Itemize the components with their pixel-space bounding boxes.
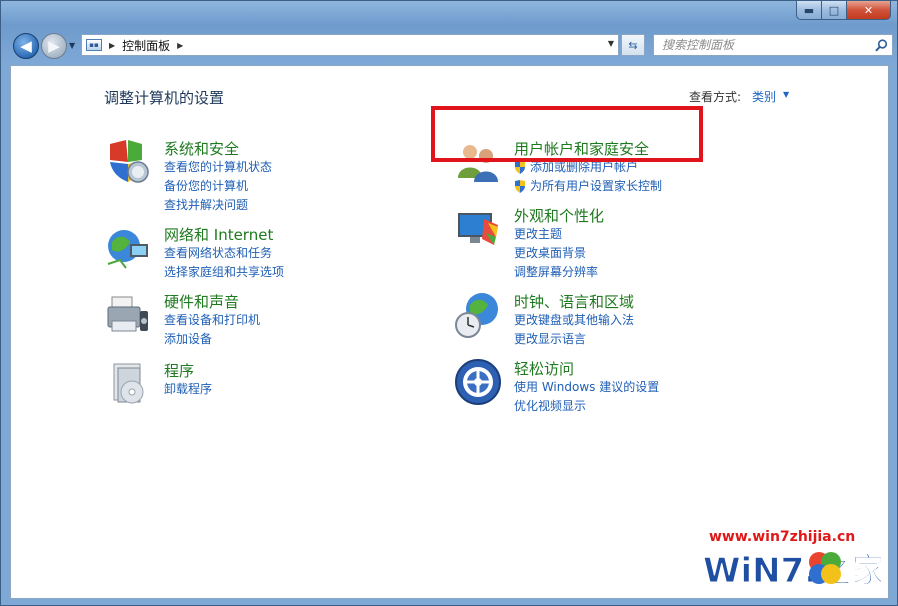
breadcrumb-separator-icon[interactable]: ▶	[109, 41, 115, 50]
category-title[interactable]: 网络和 Internet	[164, 224, 273, 245]
link-add-device[interactable]: 添加设备	[164, 330, 260, 349]
hardware-sound-icon[interactable]	[104, 291, 152, 339]
view-by-label: 查看方式:	[689, 90, 742, 104]
link-optimize-visual-display[interactable]: 优化视频显示	[514, 397, 659, 416]
minimize-button[interactable]: ▬	[796, 1, 822, 20]
link-backup-computer[interactable]: 备份您的计算机	[164, 177, 272, 196]
link-network-status[interactable]: 查看网络状态和任务	[164, 244, 284, 263]
link-change-desktop-background[interactable]: 更改桌面背景	[514, 244, 598, 263]
programs-icon[interactable]	[104, 360, 152, 408]
page-title: 调整计算机的设置	[104, 89, 225, 107]
category-title[interactable]: 硬件和声音	[164, 291, 239, 312]
category-links: 查看设备和打印机 添加设备	[164, 311, 260, 349]
uac-shield-icon	[515, 160, 525, 174]
ease-of-access-icon[interactable]	[454, 358, 502, 406]
category-links: 添加或删除用户帐户 为所有用户设置家长控制	[514, 158, 662, 196]
explorer-window: ▬ □ ✕ ◀ ▶ ▼ ▪▪ ▶ 控制面板 ▶ ▼ ⇆ 调整计算机的设置 查看方…	[0, 0, 898, 606]
svg-text:WiN7.之家: WiN7.之家	[703, 551, 881, 591]
system-security-icon[interactable]	[104, 138, 152, 186]
category-links: 更改主题 更改桌面背景 调整屏幕分辨率	[514, 225, 598, 281]
refresh-button[interactable]: ⇆	[621, 34, 645, 56]
link-parental-controls[interactable]: 为所有用户设置家长控制	[514, 177, 662, 196]
category-links: 更改键盘或其他输入法 更改显示语言	[514, 311, 634, 349]
link-change-keyboard-input[interactable]: 更改键盘或其他输入法	[514, 311, 634, 330]
forward-button[interactable]: ▶	[41, 33, 67, 59]
link-windows-suggested-settings[interactable]: 使用 Windows 建议的设置	[514, 378, 659, 397]
appearance-icon[interactable]	[454, 205, 502, 253]
content-pane: 调整计算机的设置 查看方式: 类别 ▼ 系统和安全 查看您的计算机状态 备份您的…	[10, 65, 889, 599]
category-title[interactable]: 系统和安全	[164, 138, 239, 159]
address-dropdown-icon[interactable]: ▼	[608, 39, 614, 48]
caption-buttons: ▬ □ ✕	[796, 1, 891, 21]
link-view-computer-status[interactable]: 查看您的计算机状态	[164, 158, 272, 177]
forward-arrow-icon: ▶	[48, 37, 60, 55]
link-change-display-language[interactable]: 更改显示语言	[514, 330, 634, 349]
back-arrow-icon: ◀	[20, 37, 32, 55]
search-icon[interactable]	[870, 38, 892, 52]
network-internet-icon[interactable]	[104, 224, 152, 272]
watermark-logo: WiN7.之家	[703, 551, 882, 592]
uac-shield-icon	[515, 179, 525, 193]
link-change-theme[interactable]: 更改主题	[514, 225, 598, 244]
category-title[interactable]: 时钟、语言和区域	[514, 291, 634, 312]
category-links: 查看网络状态和任务 选择家庭组和共享选项	[164, 244, 284, 282]
category-title[interactable]: 程序	[164, 360, 194, 381]
breadcrumb-control-panel[interactable]: 控制面板	[122, 37, 170, 54]
category-links: 卸载程序	[164, 380, 212, 399]
close-button[interactable]: ✕	[847, 1, 891, 20]
link-label: 为所有用户设置家长控制	[530, 178, 663, 193]
link-troubleshoot[interactable]: 查找并解决问题	[164, 196, 272, 215]
link-adjust-resolution[interactable]: 调整屏幕分辨率	[514, 263, 598, 282]
clock-language-region-icon[interactable]	[454, 291, 502, 339]
category-title[interactable]: 外观和个性化	[514, 205, 604, 226]
category-links: 查看您的计算机状态 备份您的计算机 查找并解决问题	[164, 158, 272, 214]
control-panel-icon: ▪▪	[86, 39, 102, 51]
back-button[interactable]: ◀	[13, 33, 39, 59]
maximize-button[interactable]: □	[822, 1, 847, 20]
chevron-down-icon[interactable]: ▼	[783, 90, 789, 99]
recent-pages-dropdown-icon[interactable]: ▼	[69, 41, 75, 50]
search-input[interactable]	[654, 35, 870, 55]
breadcrumb-separator-icon[interactable]: ▶	[177, 41, 183, 50]
link-uninstall-program[interactable]: 卸载程序	[164, 380, 212, 399]
address-bar[interactable]: ▪▪ ▶ 控制面板 ▶ ▼	[81, 34, 619, 56]
refresh-icon: ⇆	[628, 38, 638, 52]
search-box[interactable]	[653, 34, 893, 56]
highlight-annotation	[431, 106, 703, 162]
link-homegroup-sharing[interactable]: 选择家庭组和共享选项	[164, 263, 284, 282]
category-links: 使用 Windows 建议的设置 优化视频显示	[514, 378, 659, 416]
view-by-dropdown[interactable]: 类别	[752, 88, 776, 105]
category-title[interactable]: 轻松访问	[514, 358, 574, 379]
link-devices-printers[interactable]: 查看设备和打印机	[164, 311, 260, 330]
